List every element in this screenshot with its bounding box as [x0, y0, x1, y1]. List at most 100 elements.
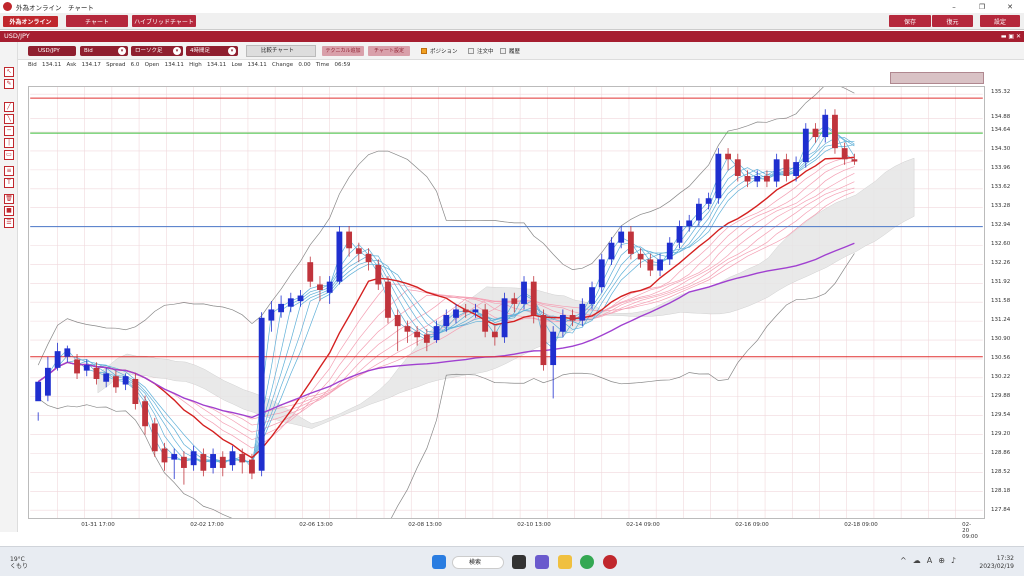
maximize-button[interactable]: ❐	[968, 0, 996, 13]
tab-chart[interactable]: チャート	[66, 15, 128, 27]
window-controls: – ❐ ✕	[940, 0, 1024, 13]
trash-icon[interactable]: 🗑	[4, 194, 14, 204]
candle-body	[64, 348, 71, 357]
app-icon	[3, 2, 12, 11]
price-select[interactable]: Bid ▾	[80, 46, 128, 56]
start-icon[interactable]	[432, 555, 446, 569]
y-tick-label: 132.60	[991, 241, 1011, 248]
compare-chart-button[interactable]: 比較チャート	[246, 45, 316, 57]
candle-body	[482, 309, 489, 332]
candle-body	[229, 451, 236, 466]
candle-body	[103, 373, 110, 382]
y-tick-label: 130.22	[991, 374, 1011, 381]
taskbar-search[interactable]: 検索	[452, 556, 504, 569]
search-label: 検索	[469, 559, 482, 566]
candle-body	[793, 162, 799, 176]
y-tick-label: 134.64	[991, 127, 1011, 134]
checkbox-icon	[421, 48, 427, 54]
y-tick-label: 128.86	[991, 450, 1011, 457]
system-tray[interactable]: ^☁A⊕♪	[900, 556, 962, 565]
lock-icon[interactable]: ■	[4, 206, 14, 216]
y-tick-label: 130.56	[991, 355, 1011, 362]
history-toggle[interactable]: 履歴	[500, 47, 520, 55]
candle-body	[453, 309, 459, 318]
y-tick-label: 133.96	[991, 165, 1011, 172]
x-tick-label: 02-18 09:00	[844, 522, 878, 528]
file-explorer-icon[interactable]	[558, 555, 572, 569]
clock[interactable]: 17:32 2023/02/19	[979, 555, 1014, 571]
x-tick-label: 02-06 13:00	[299, 522, 333, 528]
chart-range-scroller[interactable]	[890, 72, 984, 84]
pair-select-value: USD/JPY	[38, 48, 60, 54]
y-tick-label: 131.92	[991, 279, 1011, 286]
chart-type-select[interactable]: ローソク足 ▾	[131, 46, 183, 56]
vline-tool-icon[interactable]: │	[4, 138, 14, 148]
candle-body	[414, 331, 421, 338]
candle-body	[346, 231, 353, 249]
candle-body	[696, 203, 702, 221]
candle-body	[239, 454, 246, 463]
orders-toggle[interactable]: 注文中	[468, 47, 494, 55]
y-tick-label: 128.18	[991, 488, 1011, 495]
clock-time: 17:32	[996, 555, 1014, 562]
close-button[interactable]: ✕	[996, 0, 1024, 13]
ray-tool-icon[interactable]: ╲	[4, 114, 14, 124]
weather-widget[interactable]: 19°C くもり	[10, 556, 28, 570]
candle-body	[773, 159, 780, 182]
candle-body	[686, 220, 693, 227]
chart-settings-button[interactable]: チャート設定	[368, 46, 410, 56]
channel-tool-icon[interactable]: ▭	[4, 150, 14, 160]
pen-tool-icon[interactable]: ✎	[4, 79, 14, 89]
candle-body	[491, 331, 498, 338]
y-tick-label: 132.94	[991, 222, 1011, 229]
candle-body	[511, 298, 518, 304]
text-tool-icon[interactable]: T	[4, 178, 14, 188]
tab-hybrid-chart[interactable]: ハイブリッドチャート	[132, 15, 196, 27]
save-button[interactable]: 保存	[889, 15, 931, 27]
add-technical-button[interactable]: テクニカル追加	[322, 46, 364, 56]
minimize-button[interactable]: –	[940, 0, 968, 13]
position-label: ポジション	[430, 49, 458, 55]
candle-body	[822, 114, 829, 138]
candle-body	[83, 365, 90, 371]
os-taskbar: 19°C くもり 検索 ^☁A⊕♪ 17:32 2023/02/19	[0, 546, 1024, 576]
candle-body	[385, 281, 391, 318]
candle-body	[112, 376, 119, 388]
candle-body	[637, 253, 644, 260]
settings-button[interactable]: 設定	[980, 15, 1020, 27]
candle-body	[433, 326, 440, 341]
y-tick-label: 128.52	[991, 469, 1011, 476]
brand-logo: 外為オンライン	[3, 16, 58, 27]
period-select[interactable]: 4時間足 ▾	[186, 46, 238, 56]
task-view-icon[interactable]	[512, 555, 526, 569]
y-tick-label: 127.84	[991, 507, 1011, 514]
candle-body	[462, 309, 469, 313]
y-tick-label: 129.20	[991, 431, 1011, 438]
pair-select[interactable]: USD/JPY	[28, 46, 76, 56]
y-tick-label: 131.24	[991, 317, 1011, 324]
chart-window-controls[interactable]: ▬ ▣ ✕	[1001, 31, 1021, 42]
price-select-value: Bid	[84, 48, 93, 54]
chart-window-header: USD/JPY ▬ ▣ ✕	[0, 31, 1024, 42]
y-tick-label: 135.32	[991, 89, 1011, 96]
candle-body	[530, 281, 537, 316]
price-chart[interactable]	[28, 86, 985, 519]
position-toggle[interactable]: ポジション	[421, 47, 458, 55]
time-axis: 01-31 17:00 02-02 17:00 02-06 13:00 02-08 1…	[28, 522, 985, 540]
restore-button[interactable]: 復元	[932, 15, 973, 27]
pair-title: USD/JPY	[4, 32, 30, 40]
list-icon[interactable]: ☰	[4, 218, 14, 228]
cursor-tool-icon[interactable]: ↖	[4, 67, 14, 77]
hline-tool-icon[interactable]: ─	[4, 126, 14, 136]
weather-temp: 19°C	[10, 556, 25, 563]
gaitame-app-icon[interactable]	[603, 555, 617, 569]
chat-icon[interactable]	[535, 555, 549, 569]
candle-body	[181, 456, 187, 468]
trendline-tool-icon[interactable]: ╱	[4, 102, 14, 112]
fibonacci-tool-icon[interactable]: ≡	[4, 166, 14, 176]
candle-body	[540, 315, 547, 366]
candle-body	[802, 128, 809, 163]
candle-body	[764, 175, 770, 182]
chrome-icon[interactable]	[580, 555, 594, 569]
candle-body	[287, 298, 294, 307]
